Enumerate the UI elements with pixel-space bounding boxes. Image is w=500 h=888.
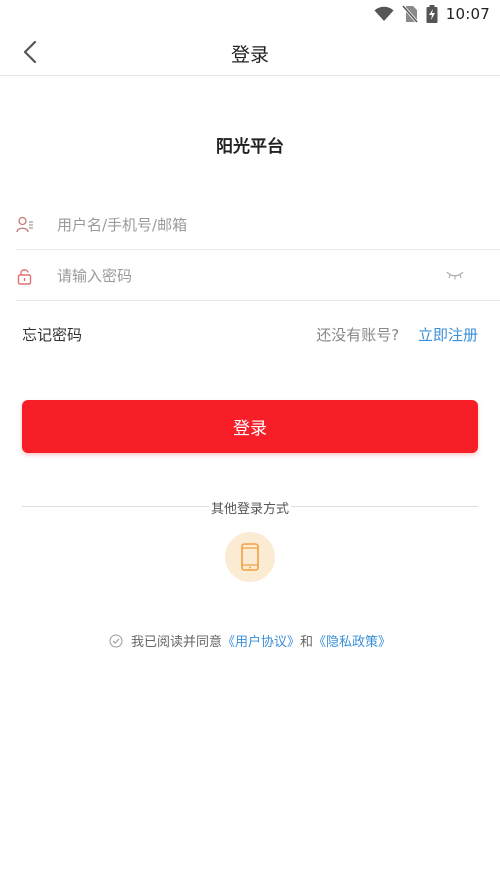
wifi-icon xyxy=(374,6,394,21)
status-icons: 10:07 xyxy=(374,4,490,24)
phone-login-button[interactable] xyxy=(225,532,275,582)
phone-icon xyxy=(241,543,259,571)
register-prompt: 还没有账号? 立即注册 xyxy=(316,324,478,345)
register-link[interactable]: 立即注册 xyxy=(418,326,478,344)
nav-bar: 登录 xyxy=(0,28,500,76)
no-account-text: 还没有账号? xyxy=(316,326,400,344)
agreement-row: 我已阅读并同意《用户协议》和《隐私政策》 xyxy=(0,631,500,650)
battery-charging-icon xyxy=(426,5,438,23)
user-agreement-link[interactable]: 《用户协议》 xyxy=(222,635,300,650)
other-login-label: 其他登录方式 xyxy=(0,498,500,517)
status-time: 10:07 xyxy=(445,5,490,23)
username-row xyxy=(16,200,500,250)
agreement-text: 我已阅读并同意《用户协议》和《隐私政策》 xyxy=(131,631,391,650)
user-icon xyxy=(16,216,33,233)
username-input[interactable] xyxy=(57,211,437,239)
privacy-policy-link[interactable]: 《隐私政策》 xyxy=(313,635,391,650)
auth-links: 忘记密码 还没有账号? 立即注册 xyxy=(22,324,478,348)
other-login-text: 其他登录方式 xyxy=(208,502,291,517)
check-circle-icon[interactable] xyxy=(109,634,123,648)
forgot-password-link[interactable]: 忘记密码 xyxy=(22,324,82,345)
password-input[interactable] xyxy=(57,262,437,290)
no-sim-icon xyxy=(401,5,418,23)
status-bar: 10:07 xyxy=(0,0,500,28)
brand-name: 阳光平台 xyxy=(216,137,284,157)
password-row xyxy=(16,251,500,301)
agreement-prefix: 我已阅读并同意 xyxy=(130,635,222,650)
lock-icon xyxy=(17,269,32,285)
page-title: 登录 xyxy=(230,44,269,66)
agreement-and: 和 xyxy=(300,635,314,650)
login-button[interactable]: 登录 xyxy=(22,400,478,453)
eye-closed-icon[interactable] xyxy=(446,269,464,281)
